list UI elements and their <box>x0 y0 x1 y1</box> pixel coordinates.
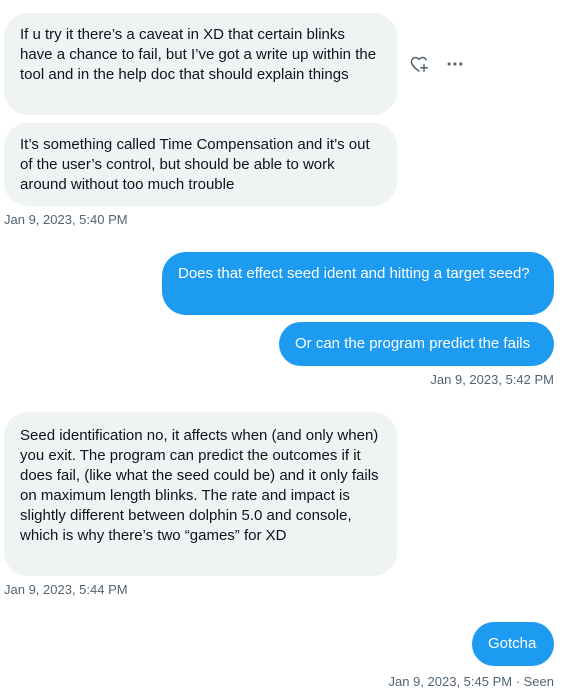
message-text: It’s something called Time Compensation … <box>20 136 370 193</box>
message-text: Does that effect seed ident and hitting … <box>178 265 530 282</box>
message-text: Or can the program predict the fails <box>295 335 531 352</box>
message-status: Jan 9, 2023, 5:45 PM · Seen <box>388 674 555 689</box>
message-received[interactable]: If u try it there’s a caveat in XD that … <box>4 13 397 115</box>
message-text: Gotcha <box>488 635 537 652</box>
more-icon[interactable] <box>444 53 466 75</box>
message-timestamp: Jan 9, 2023, 5:42 PM <box>430 372 554 387</box>
message-sent[interactable]: Does that effect seed ident and hitting … <box>162 252 554 315</box>
message-text: Seed identification no, it affects when … <box>20 427 379 544</box>
message-actions <box>408 53 466 75</box>
message-timestamp: Jan 9, 2023, 5:44 PM <box>4 582 128 597</box>
message-timestamp: Jan 9, 2023, 5:40 PM <box>4 212 128 227</box>
message-sent[interactable]: Or can the program predict the fails <box>279 322 554 366</box>
message-received[interactable]: It’s something called Time Compensation … <box>4 123 397 206</box>
message-received[interactable]: Seed identification no, it affects when … <box>4 412 397 576</box>
heart-plus-icon[interactable] <box>408 53 430 75</box>
message-sent[interactable]: Gotcha <box>472 622 554 666</box>
message-text: If u try it there’s a caveat in XD that … <box>20 26 377 83</box>
